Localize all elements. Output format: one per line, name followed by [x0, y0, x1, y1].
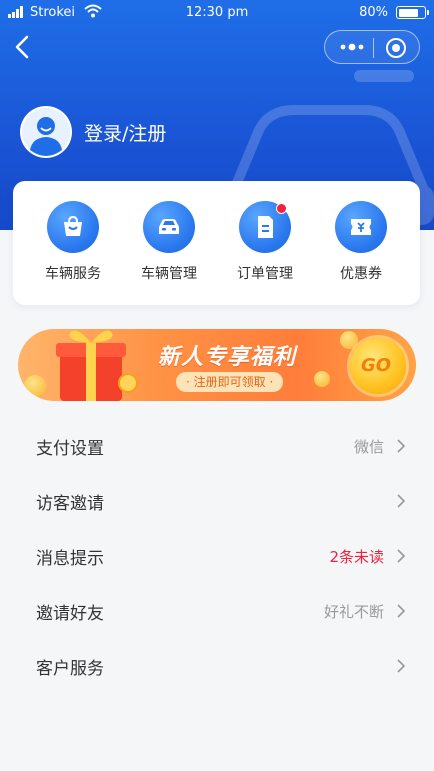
- car-icon: [143, 201, 195, 253]
- menu-item-message-alerts[interactable]: 消息提示 2条未读: [0, 528, 434, 583]
- menu-item-title: 访客邀请: [36, 494, 104, 514]
- chevron-right-icon: [397, 549, 406, 563]
- coin-decoration: [24, 375, 46, 397]
- unread-count: 2条未读: [329, 548, 384, 566]
- quick-action-label: 车辆服务: [45, 266, 101, 282]
- menu-item-title: 客户服务: [36, 659, 104, 679]
- quick-action-label: 订单管理: [237, 266, 293, 282]
- settings-menu: 支付设置 微信 访客邀请 消息提示 2条未读 邀请好友 好礼不断 客户服务: [0, 418, 434, 693]
- quick-action-order-management[interactable]: 订单管理: [220, 201, 310, 283]
- battery-icon: [396, 6, 429, 19]
- chevron-right-icon: [397, 659, 406, 673]
- menu-item-invite-friends[interactable]: 邀请好友 好礼不断: [0, 583, 434, 638]
- banner-title: 新人专享福利: [158, 345, 297, 370]
- go-label: GO: [361, 355, 392, 376]
- quick-action-vehicle-management[interactable]: 车辆管理: [124, 201, 214, 283]
- chevron-right-icon: [397, 439, 406, 453]
- quick-action-coupons[interactable]: 优惠券: [316, 201, 406, 283]
- back-arrow-icon[interactable]: [10, 34, 36, 60]
- login-register-link[interactable]: 登录/注册: [84, 119, 166, 146]
- coin-decoration: [314, 371, 330, 387]
- quick-action-label: 优惠券: [340, 266, 382, 282]
- user-avatar-icon[interactable]: [20, 106, 72, 158]
- coin-decoration: [340, 331, 358, 349]
- quick-action-label: 车辆管理: [141, 266, 197, 282]
- menu-item-payment-settings[interactable]: 支付设置 微信: [0, 418, 434, 473]
- status-bar: Strokei 12:30 pm 80%: [0, 0, 434, 26]
- menu-item-title: 消息提示: [36, 549, 104, 569]
- go-button[interactable]: GO: [350, 338, 406, 394]
- notification-dot: [276, 203, 287, 214]
- capsule-divider: [373, 38, 374, 58]
- quick-actions-card: 车辆服务 车辆管理 订单管理 优惠券: [13, 181, 420, 305]
- battery-percent: 80%: [359, 5, 388, 20]
- more-dots-icon[interactable]: [339, 41, 365, 53]
- chevron-right-icon: [397, 604, 406, 618]
- shopping-bag-icon: [47, 201, 99, 253]
- menu-item-title: 邀请好友: [36, 604, 104, 624]
- new-user-promo-banner[interactable]: 新人专享福利 · 注册即可领取 · GO: [18, 329, 416, 401]
- mini-program-capsule: [324, 30, 420, 64]
- gift-box-icon: [56, 330, 138, 401]
- quick-action-vehicle-service[interactable]: 车辆服务: [28, 201, 118, 283]
- menu-item-title: 支付设置: [36, 439, 104, 459]
- target-close-icon[interactable]: [385, 37, 407, 59]
- menu-item-customer-service[interactable]: 客户服务: [0, 638, 434, 693]
- banner-subtitle: · 注册即可领取 ·: [176, 372, 284, 392]
- menu-item-value: 微信: [353, 438, 384, 456]
- menu-item-value: 好礼不断: [323, 603, 384, 621]
- menu-item-visitor-invite[interactable]: 访客邀请: [0, 473, 434, 528]
- coupon-icon: [335, 201, 387, 253]
- chevron-right-icon: [397, 494, 406, 508]
